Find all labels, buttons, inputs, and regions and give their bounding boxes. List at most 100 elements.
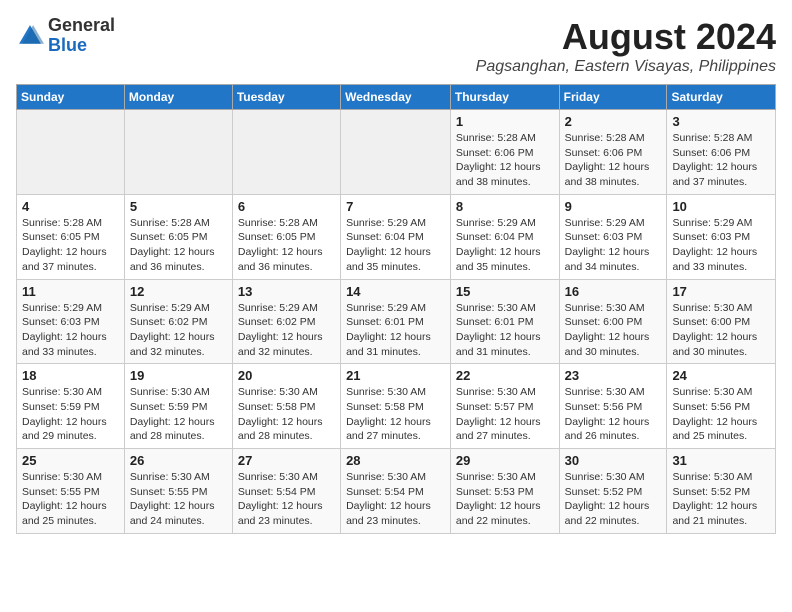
calendar-day-cell: 23 Sunrise: 5:30 AM Sunset: 5:56 PM Dayli… xyxy=(559,364,667,449)
calendar-day-cell xyxy=(341,110,451,195)
calendar-day-cell: 31 Sunrise: 5:30 AM Sunset: 5:52 PM Dayli… xyxy=(667,449,776,534)
calendar-header-cell: Friday xyxy=(559,85,667,110)
day-detail: Sunrise: 5:28 AM Sunset: 6:05 PM Dayligh… xyxy=(22,216,119,275)
logo: General Blue xyxy=(16,16,115,56)
calendar-week-row: 1 Sunrise: 5:28 AM Sunset: 6:06 PM Daylig… xyxy=(17,110,776,195)
calendar-week-row: 11 Sunrise: 5:29 AM Sunset: 6:03 PM Dayli… xyxy=(17,279,776,364)
calendar-header-row: SundayMondayTuesdayWednesdayThursdayFrid… xyxy=(17,85,776,110)
day-detail: Sunrise: 5:30 AM Sunset: 5:59 PM Dayligh… xyxy=(130,385,227,444)
day-number: 29 xyxy=(456,453,554,468)
day-number: 31 xyxy=(672,453,770,468)
day-detail: Sunrise: 5:28 AM Sunset: 6:06 PM Dayligh… xyxy=(456,131,554,190)
day-number: 9 xyxy=(565,199,662,214)
day-detail: Sunrise: 5:30 AM Sunset: 5:52 PM Dayligh… xyxy=(565,470,662,529)
page-header: General Blue August 2024 Pagsanghan, Eas… xyxy=(16,16,776,76)
calendar-header-cell: Saturday xyxy=(667,85,776,110)
calendar-day-cell: 28Sunrise: 5:30 AM Sunset: 5:54 PM Dayli… xyxy=(341,449,451,534)
day-number: 10 xyxy=(672,199,770,214)
day-detail: Sunrise: 5:28 AM Sunset: 6:05 PM Dayligh… xyxy=(238,216,335,275)
calendar-day-cell: 26 Sunrise: 5:30 AM Sunset: 5:55 PM Dayli… xyxy=(124,449,232,534)
day-number: 22 xyxy=(456,368,554,383)
day-detail: Sunrise: 5:30 AM Sunset: 5:59 PM Dayligh… xyxy=(22,385,119,444)
calendar-day-cell: 1 Sunrise: 5:28 AM Sunset: 6:06 PM Daylig… xyxy=(450,110,559,195)
day-detail: Sunrise: 5:30 AM Sunset: 5:55 PM Dayligh… xyxy=(130,470,227,529)
day-detail: Sunrise: 5:29 AM Sunset: 6:03 PM Dayligh… xyxy=(22,301,119,360)
calendar-day-cell: 29Sunrise: 5:30 AM Sunset: 5:53 PM Dayli… xyxy=(450,449,559,534)
calendar-day-cell: 16 Sunrise: 5:30 AM Sunset: 6:00 PM Dayli… xyxy=(559,279,667,364)
subtitle: Pagsanghan, Eastern Visayas, Philippines xyxy=(476,58,776,76)
day-number: 14 xyxy=(346,284,445,299)
calendar-day-cell: 10 Sunrise: 5:29 AM Sunset: 6:03 PM Dayli… xyxy=(667,194,776,279)
day-detail: Sunrise: 5:28 AM Sunset: 6:06 PM Dayligh… xyxy=(565,131,662,190)
calendar-header-cell: Monday xyxy=(124,85,232,110)
calendar-day-cell: 21 Sunrise: 5:30 AM Sunset: 5:58 PM Dayli… xyxy=(341,364,451,449)
day-number: 18 xyxy=(22,368,119,383)
calendar-day-cell: 6 Sunrise: 5:28 AM Sunset: 6:05 PM Daylig… xyxy=(232,194,340,279)
day-detail: Sunrise: 5:29 AM Sunset: 6:01 PM Dayligh… xyxy=(346,301,445,360)
calendar-day-cell: 14 Sunrise: 5:29 AM Sunset: 6:01 PM Dayli… xyxy=(341,279,451,364)
day-detail: Sunrise: 5:29 AM Sunset: 6:03 PM Dayligh… xyxy=(672,216,770,275)
day-detail: Sunrise: 5:30 AM Sunset: 5:58 PM Dayligh… xyxy=(346,385,445,444)
calendar-day-cell: 13 Sunrise: 5:29 AM Sunset: 6:02 PM Dayli… xyxy=(232,279,340,364)
calendar-day-cell: 2Sunrise: 5:28 AM Sunset: 6:06 PM Daylig… xyxy=(559,110,667,195)
day-number: 28 xyxy=(346,453,445,468)
day-number: 20 xyxy=(238,368,335,383)
calendar-day-cell xyxy=(232,110,340,195)
day-number: 21 xyxy=(346,368,445,383)
calendar-day-cell: 20 Sunrise: 5:30 AM Sunset: 5:58 PM Dayli… xyxy=(232,364,340,449)
calendar-day-cell: 22 Sunrise: 5:30 AM Sunset: 5:57 PM Dayli… xyxy=(450,364,559,449)
day-number: 19 xyxy=(130,368,227,383)
day-detail: Sunrise: 5:30 AM Sunset: 5:57 PM Dayligh… xyxy=(456,385,554,444)
day-detail: Sunrise: 5:30 AM Sunset: 6:00 PM Dayligh… xyxy=(672,301,770,360)
day-number: 8 xyxy=(456,199,554,214)
day-number: 6 xyxy=(238,199,335,214)
calendar-header-cell: Tuesday xyxy=(232,85,340,110)
day-number: 26 xyxy=(130,453,227,468)
calendar-day-cell: 15Sunrise: 5:30 AM Sunset: 6:01 PM Dayli… xyxy=(450,279,559,364)
calendar-day-cell: 27Sunrise: 5:30 AM Sunset: 5:54 PM Dayli… xyxy=(232,449,340,534)
day-number: 1 xyxy=(456,114,554,129)
logo-general-text: General xyxy=(48,15,115,35)
calendar-header: SundayMondayTuesdayWednesdayThursdayFrid… xyxy=(17,85,776,110)
day-detail: Sunrise: 5:30 AM Sunset: 6:01 PM Dayligh… xyxy=(456,301,554,360)
day-detail: Sunrise: 5:29 AM Sunset: 6:02 PM Dayligh… xyxy=(238,301,335,360)
day-number: 17 xyxy=(672,284,770,299)
day-detail: Sunrise: 5:30 AM Sunset: 6:00 PM Dayligh… xyxy=(565,301,662,360)
day-detail: Sunrise: 5:28 AM Sunset: 6:06 PM Dayligh… xyxy=(672,131,770,190)
day-number: 13 xyxy=(238,284,335,299)
day-number: 7 xyxy=(346,199,445,214)
calendar-day-cell: 25Sunrise: 5:30 AM Sunset: 5:55 PM Dayli… xyxy=(17,449,125,534)
calendar-day-cell: 8 Sunrise: 5:29 AM Sunset: 6:04 PM Daylig… xyxy=(450,194,559,279)
day-number: 16 xyxy=(565,284,662,299)
day-detail: Sunrise: 5:29 AM Sunset: 6:02 PM Dayligh… xyxy=(130,301,227,360)
calendar-day-cell xyxy=(124,110,232,195)
day-detail: Sunrise: 5:30 AM Sunset: 5:52 PM Dayligh… xyxy=(672,470,770,529)
day-number: 3 xyxy=(672,114,770,129)
calendar-day-cell: 5Sunrise: 5:28 AM Sunset: 6:05 PM Daylig… xyxy=(124,194,232,279)
day-detail: Sunrise: 5:30 AM Sunset: 5:56 PM Dayligh… xyxy=(672,385,770,444)
day-number: 4 xyxy=(22,199,119,214)
day-number: 11 xyxy=(22,284,119,299)
calendar-day-cell: 3 Sunrise: 5:28 AM Sunset: 6:06 PM Daylig… xyxy=(667,110,776,195)
title-block: August 2024 Pagsanghan, Eastern Visayas,… xyxy=(476,16,776,76)
day-number: 23 xyxy=(565,368,662,383)
calendar-body: 1 Sunrise: 5:28 AM Sunset: 6:06 PM Daylig… xyxy=(17,110,776,534)
calendar-week-row: 25Sunrise: 5:30 AM Sunset: 5:55 PM Dayli… xyxy=(17,449,776,534)
calendar-day-cell: 12Sunrise: 5:29 AM Sunset: 6:02 PM Dayli… xyxy=(124,279,232,364)
calendar-header-cell: Sunday xyxy=(17,85,125,110)
main-title: August 2024 xyxy=(476,16,776,58)
calendar-day-cell: 4 Sunrise: 5:28 AM Sunset: 6:05 PM Daylig… xyxy=(17,194,125,279)
day-detail: Sunrise: 5:29 AM Sunset: 6:03 PM Dayligh… xyxy=(565,216,662,275)
logo-icon xyxy=(16,22,44,50)
day-detail: Sunrise: 5:29 AM Sunset: 6:04 PM Dayligh… xyxy=(456,216,554,275)
day-detail: Sunrise: 5:30 AM Sunset: 5:55 PM Dayligh… xyxy=(22,470,119,529)
calendar-day-cell: 11 Sunrise: 5:29 AM Sunset: 6:03 PM Dayli… xyxy=(17,279,125,364)
calendar-day-cell: 19 Sunrise: 5:30 AM Sunset: 5:59 PM Dayli… xyxy=(124,364,232,449)
day-detail: Sunrise: 5:30 AM Sunset: 5:56 PM Dayligh… xyxy=(565,385,662,444)
day-detail: Sunrise: 5:30 AM Sunset: 5:58 PM Dayligh… xyxy=(238,385,335,444)
day-detail: Sunrise: 5:29 AM Sunset: 6:04 PM Dayligh… xyxy=(346,216,445,275)
day-number: 5 xyxy=(130,199,227,214)
calendar-day-cell: 7 Sunrise: 5:29 AM Sunset: 6:04 PM Daylig… xyxy=(341,194,451,279)
calendar-header-cell: Thursday xyxy=(450,85,559,110)
calendar-day-cell: 9 Sunrise: 5:29 AM Sunset: 6:03 PM Daylig… xyxy=(559,194,667,279)
